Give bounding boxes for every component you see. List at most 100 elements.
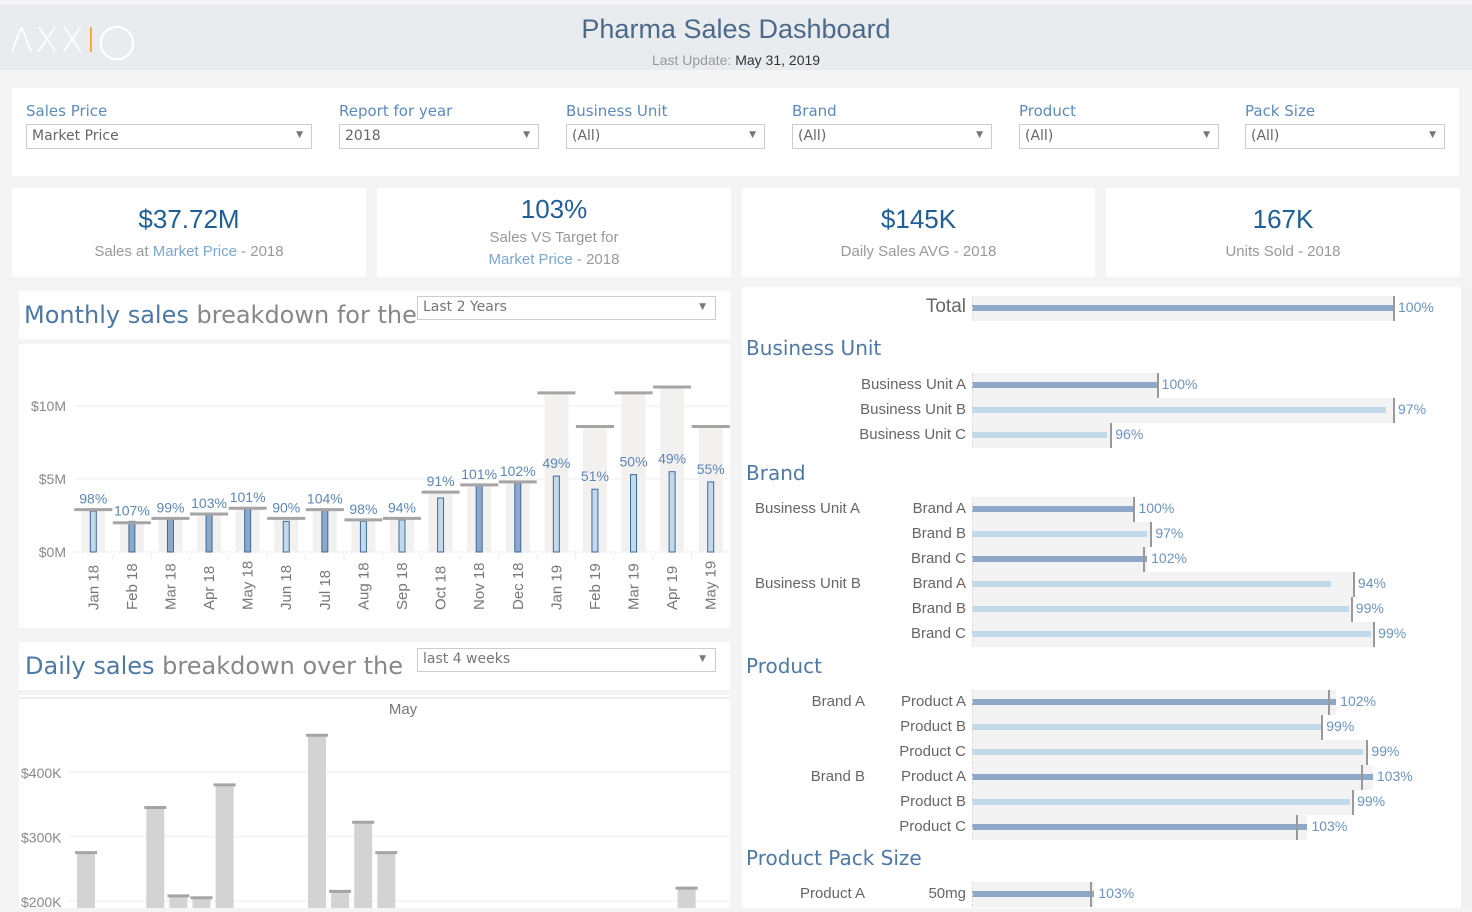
percent-label: 100% bbox=[1161, 376, 1198, 392]
dropdown-arrow-icon: ▼ bbox=[1429, 130, 1436, 140]
dropdown-arrow-icon: ▼ bbox=[699, 654, 706, 664]
actual-bar bbox=[630, 474, 638, 553]
percent-label: 99% bbox=[1326, 718, 1355, 734]
target-marker bbox=[1350, 597, 1353, 622]
x-tick-label: Nov 18 bbox=[471, 562, 488, 610]
parent-label: Brand B bbox=[810, 768, 865, 785]
dropdown-value: 2018 bbox=[345, 128, 381, 144]
target-marker bbox=[1090, 882, 1092, 907]
x-tick-label: Apr 19 bbox=[664, 566, 681, 610]
percent-label: 103% bbox=[191, 495, 227, 511]
actual-bar bbox=[282, 520, 290, 553]
daily-period-dropdown[interactable]: last 4 weeks ▼ bbox=[417, 648, 716, 672]
percent-label: 101% bbox=[230, 489, 266, 505]
percent-label: 90% bbox=[272, 499, 300, 515]
dropdown-arrow-icon: ▼ bbox=[1203, 130, 1210, 140]
percent-label: 94% bbox=[388, 499, 416, 515]
monthly-chart-panel: $0M $5M $10M 98% Jan 18 107% Feb 18 99% Mar 18 10… bbox=[19, 344, 730, 628]
percent-label: 97% bbox=[1398, 401, 1427, 417]
filter-product: Product (All) ▼ bbox=[1019, 102, 1219, 149]
percent-label: 107% bbox=[114, 502, 150, 518]
percent-label: 91% bbox=[427, 473, 455, 489]
breakdown-scrollbar[interactable] bbox=[1461, 287, 1472, 908]
daily-bar bbox=[354, 822, 373, 908]
actual-bar bbox=[972, 799, 1350, 805]
y-tick-label: $400K bbox=[21, 765, 62, 781]
y-tick-label: $0M bbox=[39, 544, 66, 560]
actual-bar bbox=[972, 631, 1371, 637]
actual-bar bbox=[166, 517, 174, 553]
percent-label: 100% bbox=[1398, 299, 1434, 315]
business-unit-dropdown[interactable]: (All) ▼ bbox=[566, 124, 765, 149]
target-marker bbox=[1352, 790, 1355, 815]
monthly-period-dropdown[interactable]: Last 2 Years ▼ bbox=[417, 296, 716, 320]
dropdown-value: (All) bbox=[798, 128, 827, 144]
title-rest: breakdown over the bbox=[154, 652, 404, 680]
target-marker bbox=[1110, 423, 1113, 448]
kpi-value: 167K bbox=[1252, 204, 1314, 234]
product-dropdown[interactable]: (All) ▼ bbox=[1019, 124, 1219, 149]
dropdown-value: Market Price bbox=[32, 128, 119, 144]
actual-bar bbox=[972, 606, 1349, 612]
actual-bar bbox=[321, 509, 329, 553]
percent-label: 99% bbox=[1371, 743, 1400, 759]
daily-title: Daily sales breakdown over the bbox=[25, 652, 403, 680]
filter-label: Report for year bbox=[339, 102, 453, 120]
section-heading: Brand bbox=[746, 461, 806, 485]
filter-label: Business Unit bbox=[566, 102, 668, 120]
x-tick-label: Feb 19 bbox=[587, 563, 604, 610]
dropdown-arrow-icon: ▼ bbox=[749, 130, 756, 140]
parent-label: Product A bbox=[799, 885, 865, 902]
caption-text: - 2018 bbox=[236, 243, 284, 260]
filter-report-year: Report for year 2018 ▼ bbox=[339, 102, 539, 149]
percent-label: 99% bbox=[156, 499, 184, 515]
actual-bar bbox=[972, 382, 1158, 388]
filter-label: Brand bbox=[792, 102, 837, 120]
axis-line bbox=[972, 690, 973, 840]
y-tick-label: $5M bbox=[39, 471, 66, 487]
actual-bar bbox=[398, 519, 406, 553]
axis-line bbox=[972, 373, 973, 448]
caption-text: - 2018 bbox=[572, 251, 620, 268]
monthly-title-panel: Monthly sales breakdown for the Last 2 Y… bbox=[19, 291, 730, 339]
x-tick-label: Mar 18 bbox=[162, 563, 179, 610]
dropdown-value: (All) bbox=[572, 128, 601, 144]
x-tick-label: Oct 18 bbox=[433, 566, 450, 610]
actual-bar bbox=[514, 481, 522, 553]
percent-label: 103% bbox=[1098, 885, 1135, 901]
caption-highlight: Market Price bbox=[152, 243, 237, 260]
dropdown-value: (All) bbox=[1025, 128, 1054, 144]
percent-label: 103% bbox=[1376, 768, 1413, 784]
target-marker bbox=[1150, 522, 1153, 547]
title-strong: Monthly sales bbox=[24, 301, 189, 329]
brand-dropdown[interactable]: (All) ▼ bbox=[792, 124, 992, 149]
row-label: Product C bbox=[899, 818, 966, 835]
actual-bar bbox=[972, 531, 1148, 537]
percent-label: 98% bbox=[79, 491, 107, 507]
report-year-dropdown[interactable]: 2018 ▼ bbox=[339, 124, 539, 149]
kpi-value: $145K bbox=[880, 204, 957, 234]
actual-bar bbox=[972, 699, 1337, 705]
kpi-value: $37.72M bbox=[138, 204, 240, 234]
row-label: Product B bbox=[900, 718, 966, 735]
x-tick-label: Aug 18 bbox=[355, 562, 372, 610]
target-marker bbox=[1321, 715, 1324, 740]
sales-price-dropdown[interactable]: Market Price ▼ bbox=[26, 124, 312, 149]
kpi-value: 103% bbox=[520, 194, 588, 224]
daily-bar bbox=[377, 852, 396, 908]
percent-label: 102% bbox=[500, 463, 536, 479]
actual-bar bbox=[972, 749, 1364, 755]
axis-line bbox=[972, 497, 973, 647]
percent-label: 104% bbox=[307, 491, 343, 507]
percent-label: 99% bbox=[1378, 625, 1407, 641]
target-marker bbox=[1393, 398, 1395, 423]
daily-sales-chart: May $200K $300K $400K bbox=[19, 697, 730, 910]
section-heading: Product bbox=[746, 654, 822, 678]
pack-size-dropdown[interactable]: (All) ▼ bbox=[1245, 124, 1445, 149]
row-label: Business Unit A bbox=[860, 376, 966, 393]
actual-bar bbox=[668, 471, 676, 553]
header-bar: ΛXXI◯ Pharma Sales Dashboard Last Update… bbox=[0, 5, 1472, 70]
parent-label: Business Unit B bbox=[755, 575, 861, 592]
y-tick-label: $200K bbox=[21, 894, 62, 908]
percent-label: 51% bbox=[581, 468, 609, 484]
